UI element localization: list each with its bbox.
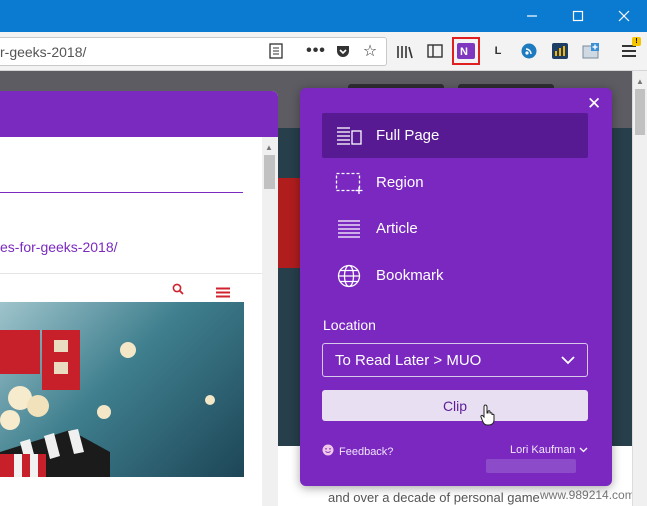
user-email-redacted [486,459,576,473]
globe-icon [322,264,376,288]
smiley-icon [322,444,334,459]
library-icon[interactable] [392,38,418,64]
article-icon [322,219,376,239]
minimize-icon [527,15,537,17]
extension-screenshot-icon[interactable] [578,38,604,64]
location-select-value: To Read Later > MUO [335,351,482,369]
preview-divider [0,192,243,193]
preview-link[interactable]: es-for-geeks-2018/ [0,239,118,255]
page-preview-header [0,91,278,137]
extension-rss-icon[interactable] [516,38,542,64]
clip-option-full-page[interactable]: Full Page [322,113,588,158]
clip-option-article[interactable]: Article [322,206,588,251]
update-badge-icon: ! [632,37,641,46]
location-label: Location [323,317,376,333]
region-icon [322,172,376,194]
clip-option-bookmark[interactable]: Bookmark [322,253,588,298]
user-name: Lori Kaufman [510,444,576,456]
user-chevron-icon [579,444,588,456]
maximize-button[interactable] [555,0,601,32]
clip-option-label: Bookmark [376,267,444,284]
clip-option-label: Article [376,220,418,237]
svg-text:N: N [460,46,468,58]
clip-button[interactable]: Clip [322,390,588,421]
preview-scroll-up-icon[interactable]: ▲ [265,143,273,152]
preview-separator [0,273,262,274]
hand-cursor-icon [480,404,496,431]
location-select[interactable]: To Read Later > MUO [322,343,588,377]
minimize-button[interactable] [509,0,555,32]
reader-view-icon[interactable] [263,38,289,64]
full-page-icon [322,126,376,146]
onenote-clipper-button[interactable]: N [452,37,480,65]
preview-scrollbar[interactable]: ▲ [262,137,278,506]
close-icon[interactable]: ✕ [587,94,601,114]
user-account-dropdown[interactable]: Lori Kaufman [510,444,588,456]
clip-option-region[interactable]: Region [322,160,588,205]
pocket-icon[interactable] [330,38,356,64]
page-preview-card: es-for-geeks-2018/ ▲ [0,91,278,506]
article-footer-text: and over a decade of personal game [328,490,540,505]
clip-option-label: Full Page [376,127,440,144]
sidebar-icon[interactable] [422,38,448,64]
article-hero-image [0,302,244,477]
scroll-up-icon[interactable]: ▲ [636,77,644,86]
scrollbar-thumb[interactable] [635,89,645,135]
clip-option-label: Region [376,174,424,191]
chevron-down-icon [561,352,575,369]
menu-icon[interactable] [216,285,230,303]
feedback-link[interactable]: Feedback? [322,444,393,459]
preview-scrollbar-thumb[interactable] [264,155,275,189]
watermark: www.989214.com [540,488,635,502]
search-icon[interactable] [172,283,184,298]
close-window-icon [618,10,630,22]
more-actions-icon[interactable]: ••• [303,38,329,64]
bookmark-star-icon[interactable]: ☆ [357,38,383,64]
feedback-label: Feedback? [339,445,394,458]
popcorn-illustration [0,330,215,477]
url-text: r-geeks-2018/ [0,44,87,60]
lastpass-icon[interactable]: L [485,38,511,64]
maximize-icon [572,10,584,22]
onenote-clipper-panel: ✕ Full Page Region Article Bookmark Loca… [300,88,612,486]
extension-stats-icon[interactable] [547,38,573,64]
onenote-icon: N [457,43,475,59]
page-scrollbar[interactable]: ▲ [632,71,647,506]
clip-button-label: Clip [442,397,468,414]
close-window-button[interactable] [601,0,647,32]
